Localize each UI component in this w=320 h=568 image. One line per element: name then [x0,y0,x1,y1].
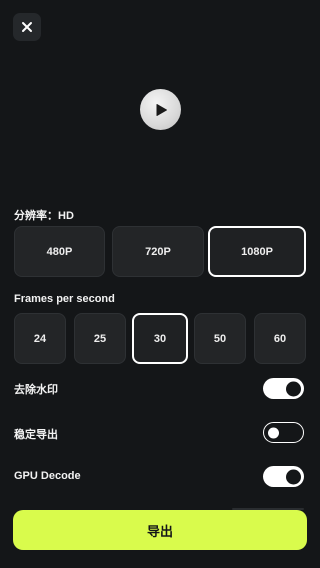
gpu-decode-label: GPU Decode [14,470,81,482]
fps-option-label: 30 [153,332,167,345]
fps-option-60[interactable]: 60 [254,313,306,364]
fps-option-label: 24 [33,332,47,345]
toggle-knob [286,381,301,396]
fps-option-25[interactable]: 25 [74,313,126,364]
fps-option-label: 60 [273,332,287,345]
fps-option-50[interactable]: 50 [194,313,246,364]
fps-option-24[interactable]: 24 [14,313,66,364]
fps-label: Frames per second [14,293,115,305]
play-button[interactable] [140,89,181,130]
resolution-option-label: 720P [145,245,171,258]
remove-watermark-toggle[interactable] [263,378,304,399]
export-button[interactable]: 导出 [13,510,307,550]
export-settings-screen: 分辨率：HD 480P 720P 1080P Frames per second… [0,0,320,568]
gpu-decode-toggle[interactable] [263,466,304,487]
stable-export-label: 稳定导出 [14,429,58,441]
fps-option-30[interactable]: 30 [132,313,188,364]
resolution-option-label: 480P [46,245,73,258]
resolution-option-label: 1080P [241,245,273,258]
toggle-knob [286,469,301,484]
resolution-label: 分辨率：HD [14,210,74,222]
fps-option-label: 50 [213,332,227,345]
export-button-label: 导出 [146,523,173,539]
toggle-knob [268,427,279,438]
resolution-option-720p[interactable]: 720P [112,226,204,277]
close-icon [22,22,32,32]
fps-option-label: 25 [93,332,107,345]
resolution-option-480p[interactable]: 480P [14,226,105,277]
play-icon [156,103,167,116]
resolution-option-1080p[interactable]: 1080P [208,226,306,277]
remove-watermark-label: 去除水印 [14,384,58,396]
stable-export-toggle[interactable] [263,422,304,443]
close-button[interactable] [13,13,41,41]
